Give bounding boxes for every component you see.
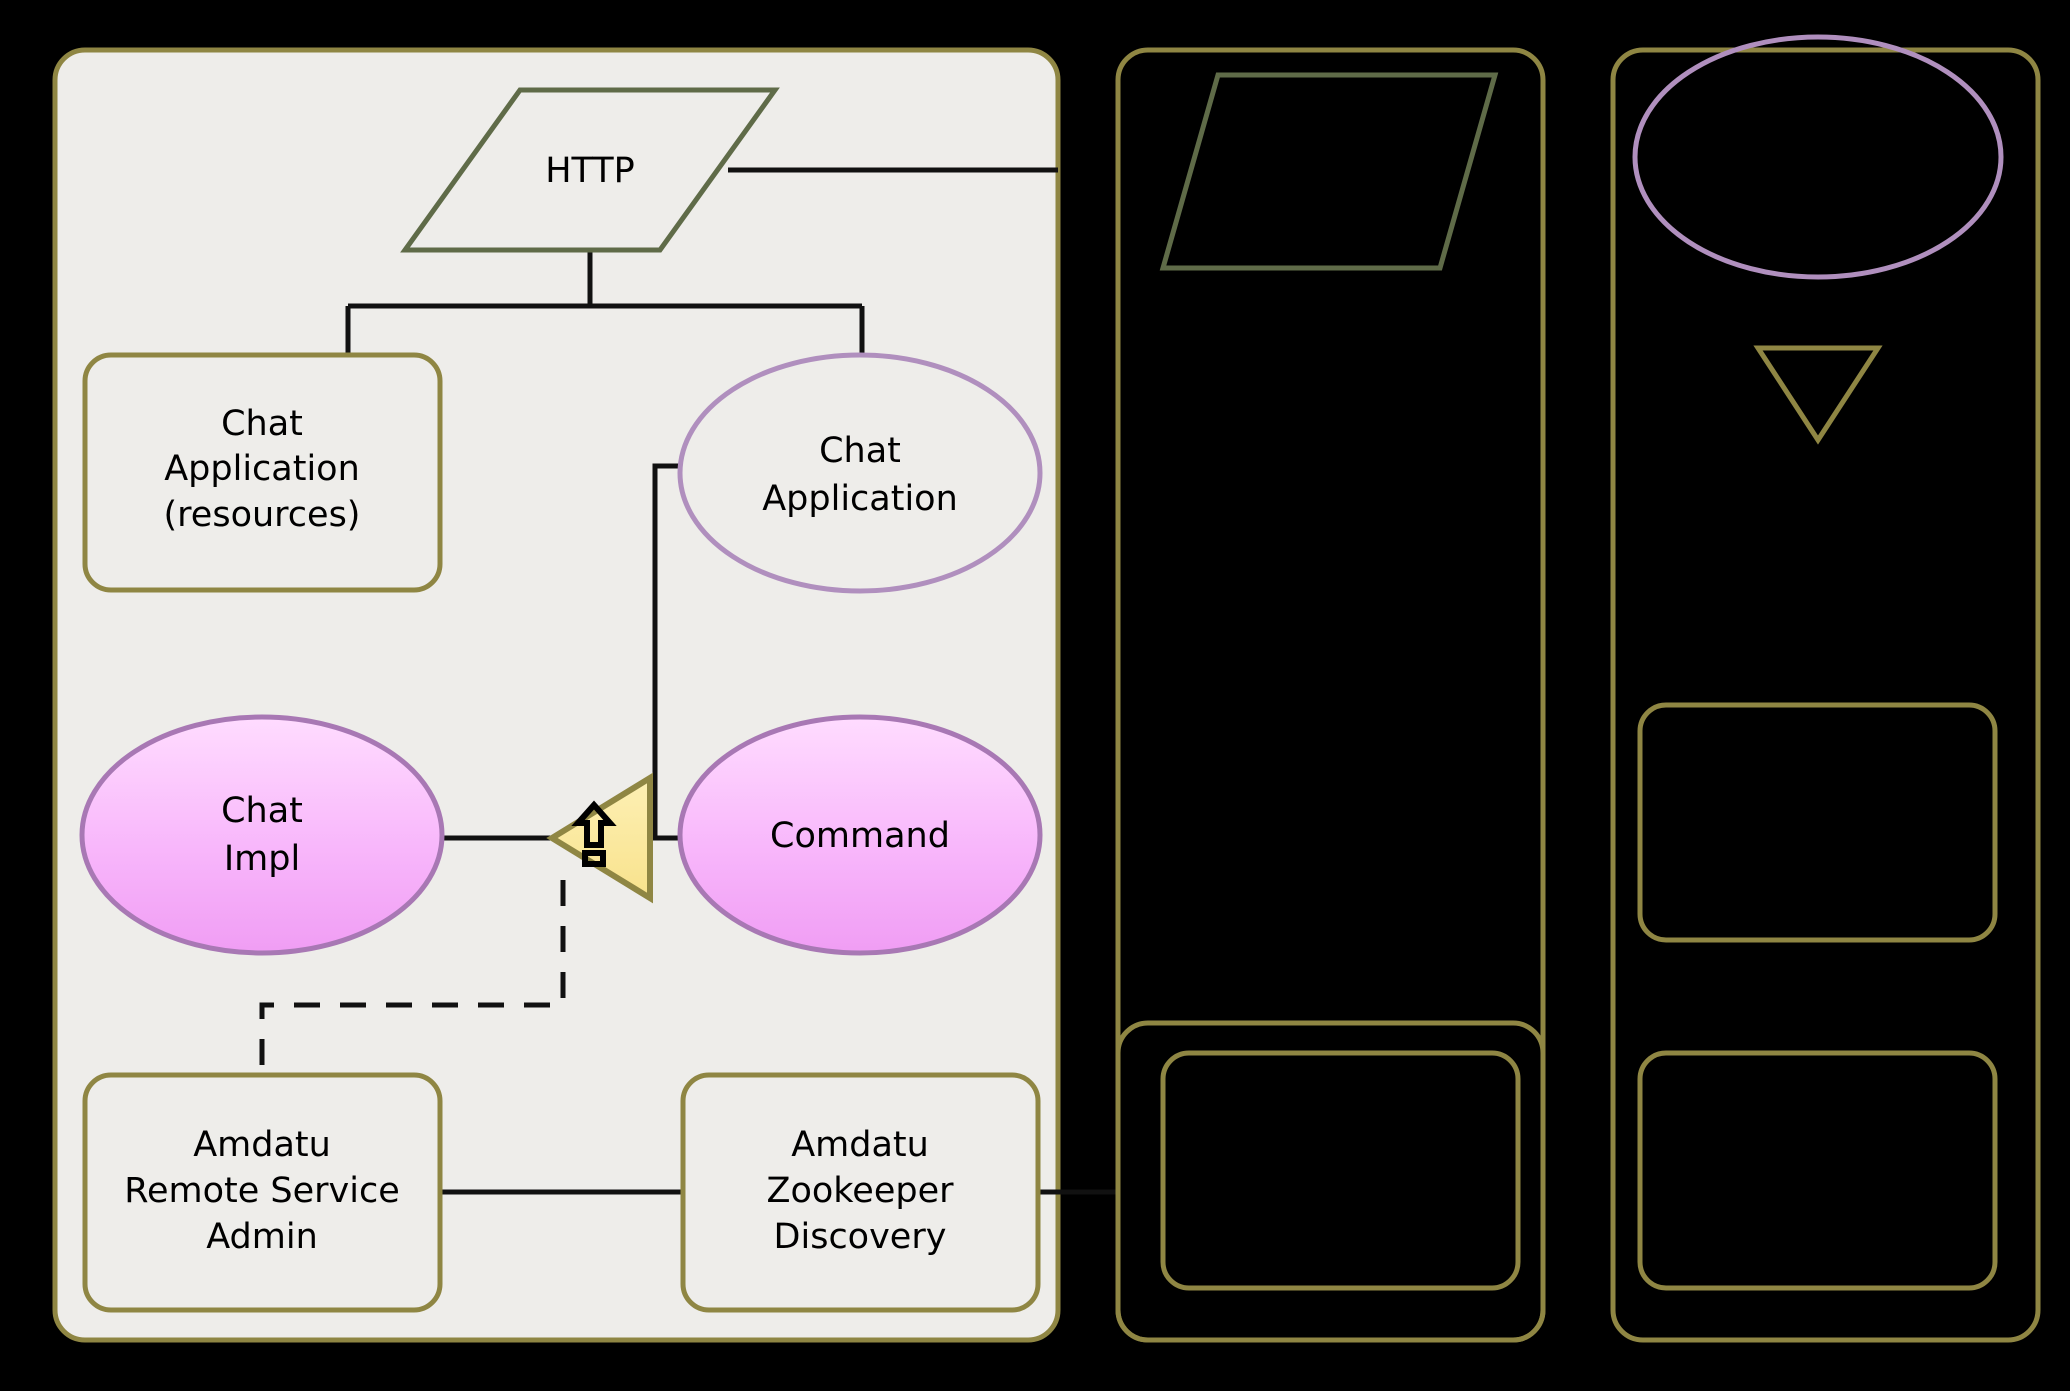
chat-application-resources-label-line1: Chat [221,404,303,444]
chat-application-label-line1: Chat [819,431,901,471]
chat-application-ellipse[interactable] [677,352,1043,594]
legend-middle-rounded-rect-outer [1115,1020,1546,1343]
chat-application-resources-label-line2: Application [164,449,360,489]
legend-parallelogram [1159,72,1499,271]
amdatu-zookeeper-discovery-label-line3: Discovery [774,1217,947,1257]
command-label-line1: Command [770,816,950,856]
chat-impl-label-line2: Impl [224,839,300,879]
legend-middle-rounded-rect-inner [1160,1050,1521,1291]
amdatu-remote-service-admin-label-line3: Admin [206,1217,318,1257]
legend-panel-middle [1115,47,1546,1343]
amdatu-remote-service-admin-label-line1: Amdatu [193,1125,331,1165]
chat-impl-ellipse[interactable] [79,714,445,956]
component-diagram-svg: HTTP Chat Application (resources) Chat A… [52,34,2041,1343]
diagram-canvas: HTTP Chat Application (resources) Chat A… [0,0,2070,1391]
chat-application-resources-label-line3: (resources) [164,495,361,535]
chat-impl-label-line1: Chat [221,791,303,831]
amdatu-zookeeper-discovery-label-line1: Amdatu [791,1125,929,1165]
amdatu-zookeeper-discovery-label-line2: Zookeeper [766,1171,954,1211]
amdatu-remote-service-admin-label-line2: Remote Service [124,1171,400,1211]
chat-application-label-line2: Application [762,479,958,519]
legend-ellipse [1632,34,2004,280]
legend-triangle-down-icon [1753,345,1883,445]
legend-right-rounded-rect-mid [1637,702,1998,943]
http-label: HTTP [545,151,635,191]
legend-panel-right [1610,47,2041,1343]
legend-right-rounded-rect-lower [1637,1050,1998,1291]
